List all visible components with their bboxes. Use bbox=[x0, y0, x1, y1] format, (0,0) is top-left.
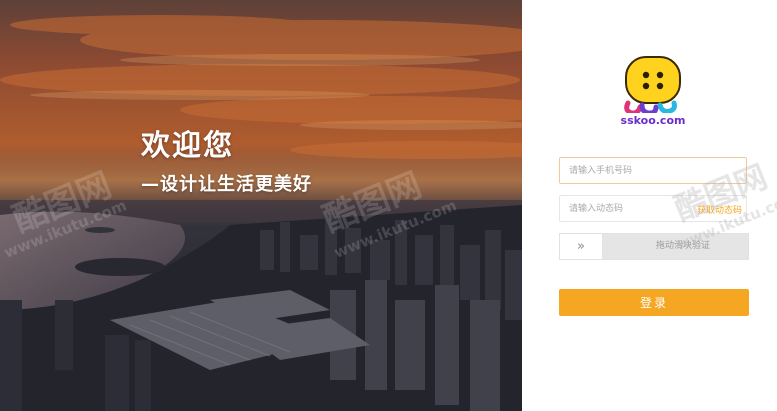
city-sunset-image bbox=[0, 0, 522, 411]
slider-captcha: » 拖动滑块验证 bbox=[559, 233, 749, 260]
slider-hint: 拖动滑块验证 bbox=[655, 241, 710, 251]
welcome-title: 欢迎您 bbox=[141, 128, 235, 162]
slider-handle[interactable]: » bbox=[560, 234, 603, 259]
hero-banner: 酷图网 www.ikutu.com 酷图网 www.ikutu.com 欢迎您 … bbox=[0, 0, 522, 411]
welcome-subtitle: —设计让生活更美好 bbox=[141, 174, 312, 195]
phone-input[interactable] bbox=[559, 157, 747, 184]
login-panel: sskoo.com 获取动态码 » 拖动滑块验证 登录 酷图网 www.ikut… bbox=[522, 0, 777, 411]
double-chevron-right-icon: » bbox=[577, 239, 585, 254]
logo-text: sskoo.com bbox=[620, 114, 686, 127]
login-button[interactable]: 登录 bbox=[559, 289, 749, 316]
get-code-link[interactable]: 获取动态码 bbox=[697, 203, 742, 216]
